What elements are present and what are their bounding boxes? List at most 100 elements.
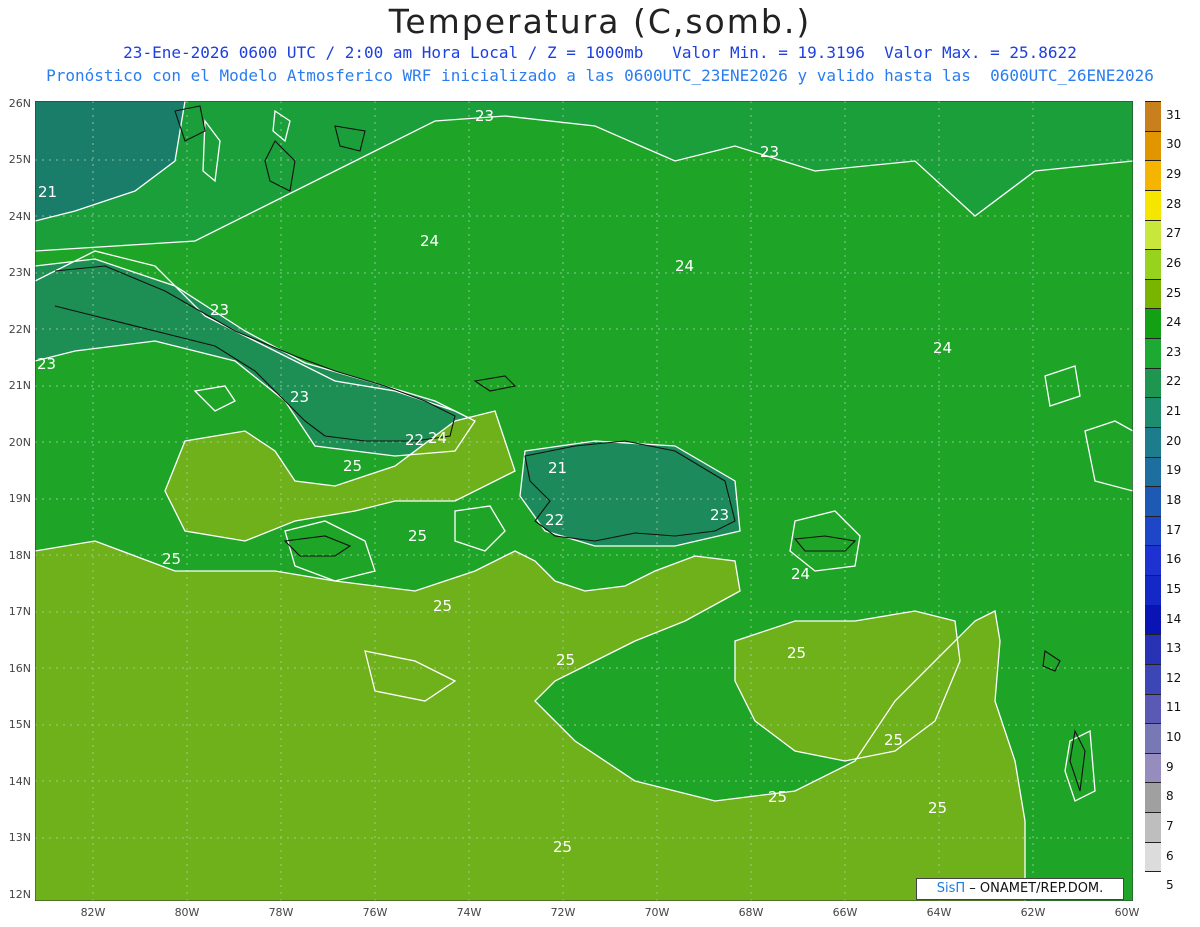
lon-label: 80W bbox=[174, 906, 200, 919]
colorbar-segment bbox=[1145, 278, 1161, 309]
colorbar-label: 27 bbox=[1166, 226, 1182, 241]
colorbar-label: 20 bbox=[1166, 433, 1182, 448]
colorbar-segment bbox=[1145, 486, 1161, 516]
contour-label: 23 bbox=[290, 388, 309, 406]
colorbar-label: 9 bbox=[1166, 759, 1174, 774]
lon-label: 74W bbox=[456, 906, 482, 919]
colorbar-label: 30 bbox=[1166, 137, 1182, 152]
lon-label: 62W bbox=[1020, 906, 1046, 919]
colorbar-segment bbox=[1145, 634, 1161, 664]
contour-label: 21 bbox=[548, 459, 567, 477]
colorbar-label: 8 bbox=[1166, 789, 1174, 804]
colorbar-segment bbox=[1145, 515, 1161, 546]
colorbar-label: 21 bbox=[1166, 404, 1182, 419]
contour-label: 24 bbox=[675, 257, 694, 275]
colorbar-label: 12 bbox=[1166, 670, 1182, 685]
lon-label: 66W bbox=[832, 906, 858, 919]
lat-label: 21N bbox=[8, 379, 31, 392]
colorbar-segment bbox=[1145, 871, 1161, 901]
lon-label: 78W bbox=[268, 906, 294, 919]
lat-label: 22N bbox=[8, 323, 31, 336]
contour-label: 25 bbox=[787, 644, 806, 662]
contour-label: 24 bbox=[420, 232, 439, 250]
lat-label: 17N bbox=[8, 605, 31, 618]
colorbar-label: 29 bbox=[1166, 167, 1182, 182]
model-info-line: Pronóstico con el Modelo Atmosferico WRF… bbox=[46, 66, 1154, 85]
contour-label: 25 bbox=[553, 838, 572, 856]
colorbar-segment bbox=[1145, 841, 1161, 872]
colorbar-segment bbox=[1145, 752, 1161, 783]
colorbar-segment bbox=[1145, 782, 1161, 813]
valid-time-line: 23-Ene-2026 0600 UTC / 2:00 am Hora Loca… bbox=[123, 43, 1077, 62]
colorbar-label: 13 bbox=[1166, 641, 1182, 656]
contour-label: 23 bbox=[37, 355, 56, 373]
map-title: Temperatura (C,somb.) bbox=[388, 2, 812, 41]
colorbar-segment bbox=[1145, 456, 1161, 487]
contour-label: 22 bbox=[545, 511, 564, 529]
contour-label: 21 bbox=[38, 183, 57, 201]
colorbar-segment bbox=[1145, 367, 1161, 398]
lat-label: 13N bbox=[8, 831, 31, 844]
contour-label: 23 bbox=[210, 301, 229, 319]
lat-label: 23N bbox=[8, 266, 31, 279]
colorbar-segment bbox=[1145, 397, 1161, 427]
colorbar-label: 25 bbox=[1166, 285, 1182, 300]
colorbar-segment bbox=[1145, 723, 1161, 753]
colorbar-label: 18 bbox=[1166, 493, 1182, 507]
lat-label: 12N bbox=[8, 888, 31, 901]
colorbar-segment bbox=[1145, 604, 1161, 635]
colorbar-label: 23 bbox=[1166, 344, 1182, 359]
colorbar-label: 6 bbox=[1166, 848, 1174, 863]
colorbar-label: 28 bbox=[1166, 196, 1182, 211]
lat-label: 26N bbox=[8, 97, 31, 110]
temperature-map: 23 23 21 24 24 23 24 23 23 22 24 25 21 2… bbox=[35, 101, 1133, 901]
lon-label: 76W bbox=[362, 906, 388, 919]
contour-label: 25 bbox=[884, 731, 903, 749]
colorbar-segment bbox=[1145, 663, 1161, 694]
lat-label: 20N bbox=[8, 436, 31, 449]
sispi-logo: SisΠ bbox=[936, 881, 966, 896]
contour-label: 23 bbox=[710, 506, 729, 524]
colorbar-segment bbox=[1145, 101, 1161, 131]
colorbar-segment bbox=[1145, 338, 1161, 368]
colorbar-segment bbox=[1145, 249, 1161, 279]
colorbar-label: 24 bbox=[1166, 315, 1182, 330]
credit-box: SisΠ – ONAMET/REP.DOM. bbox=[916, 878, 1124, 900]
lat-label: 18N bbox=[8, 549, 31, 562]
contour-label: 25 bbox=[928, 799, 947, 817]
contour-label: 25 bbox=[433, 597, 452, 615]
lat-label: 19N bbox=[8, 492, 31, 505]
contour-label: 24 bbox=[428, 429, 447, 447]
contour-label: 25 bbox=[408, 527, 427, 545]
colorbar-label: 26 bbox=[1166, 255, 1182, 270]
contour-label: 25 bbox=[343, 457, 362, 475]
colorbar-segment bbox=[1145, 160, 1161, 190]
colorbar-segment bbox=[1145, 812, 1161, 842]
contour-label: 24 bbox=[933, 339, 952, 357]
contour-label: 25 bbox=[556, 651, 575, 669]
colorbar-segment bbox=[1145, 219, 1161, 250]
lon-label: 64W bbox=[926, 906, 952, 919]
colorbar-segment bbox=[1145, 130, 1161, 161]
colorbar-segment bbox=[1145, 693, 1161, 724]
lat-label: 25N bbox=[8, 153, 31, 166]
colorbar-label: 17 bbox=[1166, 522, 1182, 537]
colorbar-label: 16 bbox=[1166, 552, 1182, 567]
colorbar-label: 19 bbox=[1166, 463, 1182, 478]
colorbar-label: 10 bbox=[1166, 730, 1182, 745]
contour-label: 25 bbox=[162, 550, 181, 568]
lat-label: 15N bbox=[8, 718, 31, 731]
lon-label: 82W bbox=[80, 906, 106, 919]
colorbar-segment bbox=[1145, 426, 1161, 457]
colorbar-segment bbox=[1145, 189, 1161, 220]
contour-label: 23 bbox=[760, 143, 779, 161]
lat-label: 24N bbox=[8, 210, 31, 223]
lat-label: 14N bbox=[8, 775, 31, 788]
credit-text: – ONAMET/REP.DOM. bbox=[969, 881, 1104, 896]
contour-label: 24 bbox=[791, 565, 810, 583]
contour-label: 22 bbox=[405, 431, 424, 449]
lon-label: 68W bbox=[738, 906, 764, 919]
colorbar-label: 7 bbox=[1166, 818, 1174, 833]
colorbar-label: 11 bbox=[1166, 700, 1182, 715]
colorbar-label: 14 bbox=[1166, 611, 1182, 626]
